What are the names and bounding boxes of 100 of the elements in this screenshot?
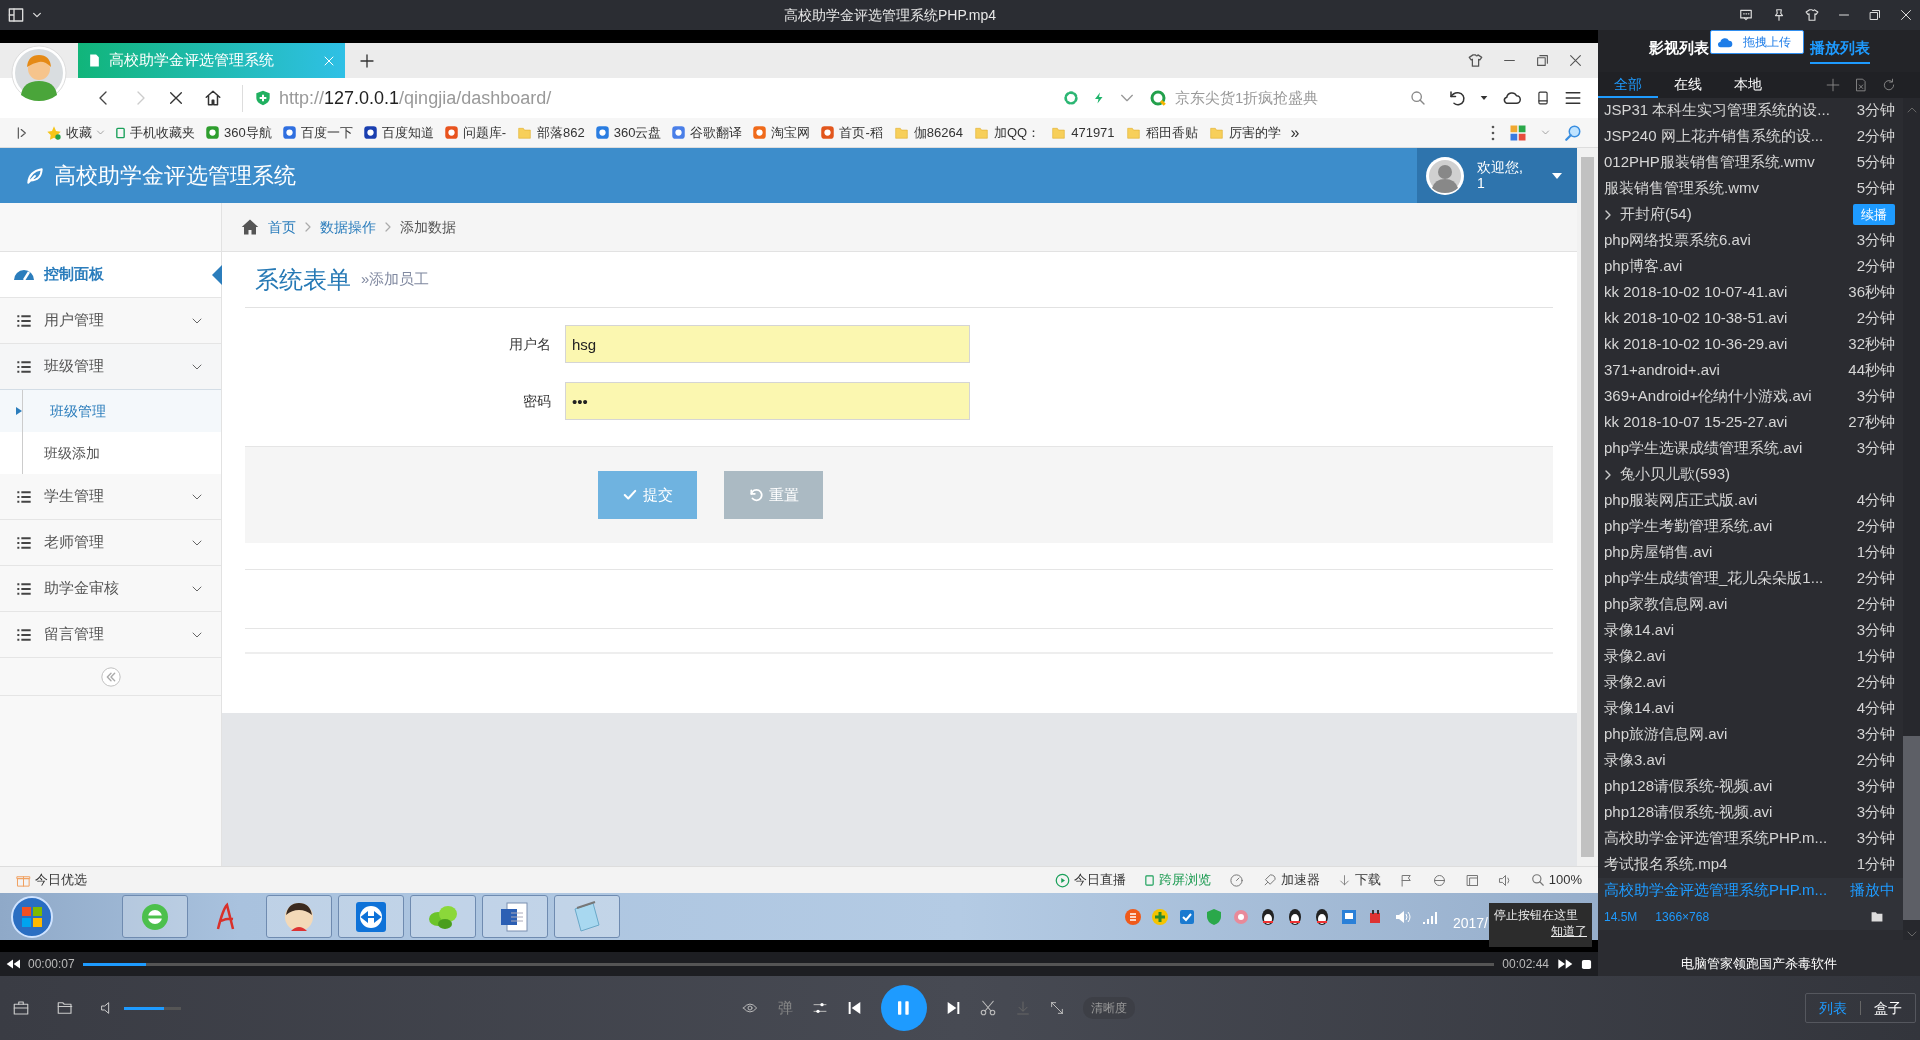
avatar-icon[interactable] bbox=[11, 45, 67, 101]
window-icon[interactable] bbox=[1464, 872, 1480, 888]
filter-tab[interactable]: 本地 bbox=[1718, 71, 1778, 98]
bookmark-link[interactable]: 淘宝网 bbox=[752, 122, 811, 143]
bookmark-link[interactable]: 问题库- bbox=[443, 122, 507, 143]
previous-icon[interactable] bbox=[847, 1000, 863, 1016]
more-icon[interactable] bbox=[1491, 124, 1495, 141]
video-item[interactable]: php服装网店正式版.avi bbox=[1604, 489, 1857, 512]
ad-text[interactable]: 电脑管家领跑国产杀毒软件 bbox=[1598, 939, 1920, 976]
network-icon[interactable] bbox=[1339, 907, 1358, 926]
start-button[interactable] bbox=[10, 894, 54, 939]
breadcrumb-link[interactable]: 首页 bbox=[268, 216, 296, 238]
cloud-icon[interactable] bbox=[1502, 89, 1522, 107]
scrollbar[interactable] bbox=[1577, 148, 1598, 866]
expand-icon[interactable] bbox=[1049, 1000, 1065, 1016]
home-icon[interactable] bbox=[204, 89, 222, 107]
folder-open-icon[interactable] bbox=[56, 999, 74, 1017]
bookmark-link[interactable]: 加QQ： bbox=[972, 122, 1041, 143]
submenu-item[interactable]: 班级添加 bbox=[0, 432, 221, 474]
video-item[interactable]: JSP31 本科生实习管理系统的设... bbox=[1604, 99, 1857, 122]
undo-icon[interactable] bbox=[1448, 89, 1466, 107]
layout-icon[interactable] bbox=[8, 7, 24, 23]
apps-icon[interactable] bbox=[1509, 123, 1527, 142]
chevron-right-icon[interactable] bbox=[1604, 469, 1612, 480]
next-icon[interactable] bbox=[945, 1000, 961, 1016]
stop-icon[interactable] bbox=[168, 90, 184, 106]
search-icon[interactable] bbox=[1410, 90, 1426, 106]
quality-button[interactable]: 清晰度 bbox=[1083, 997, 1135, 1019]
bookmark-link[interactable]: 百度一下 bbox=[281, 122, 353, 143]
caret-icon[interactable] bbox=[32, 10, 42, 20]
user-menu[interactable]: 欢迎您, 1 bbox=[1417, 148, 1577, 203]
view-toggle[interactable]: 盒子 bbox=[1861, 996, 1915, 1020]
volume-slider[interactable] bbox=[124, 1006, 181, 1010]
close-icon[interactable] bbox=[1569, 54, 1582, 67]
video-item[interactable]: php旅游信息网.avi bbox=[1604, 723, 1857, 746]
refresh-icon[interactable] bbox=[1882, 77, 1896, 92]
video-item[interactable]: kk 2018-10-02 10-38-51.avi bbox=[1604, 307, 1857, 330]
status-button[interactable]: 下载 bbox=[1337, 870, 1381, 890]
pin-icon[interactable] bbox=[1772, 8, 1786, 22]
plus-circle-icon[interactable] bbox=[1150, 907, 1169, 926]
speed-dial-icon[interactable] bbox=[1228, 872, 1244, 888]
video-item[interactable]: php128请假系统-视频.avi bbox=[1604, 801, 1857, 824]
submenu-item[interactable]: 班级管理 bbox=[0, 390, 221, 432]
sidebar-item[interactable]: 控制面板 bbox=[0, 252, 221, 298]
new-tab-icon[interactable] bbox=[359, 52, 375, 69]
speaker-icon[interactable] bbox=[1497, 872, 1513, 888]
input-method-icon[interactable] bbox=[1123, 907, 1142, 926]
restore-icon[interactable] bbox=[1869, 9, 1881, 21]
sliders-icon[interactable] bbox=[811, 1000, 829, 1016]
bookmark-link[interactable]: 谷歌翻译 bbox=[671, 122, 743, 143]
filter-tab[interactable]: 全部 bbox=[1598, 71, 1658, 98]
seek-bar[interactable] bbox=[82, 962, 1495, 966]
fast-forward-icon[interactable] bbox=[1557, 958, 1573, 970]
status-button[interactable]: 今日直播 bbox=[1054, 870, 1126, 890]
bookmark-link[interactable]: 收藏 bbox=[46, 122, 105, 143]
scrollbar-thumb[interactable] bbox=[1581, 157, 1594, 857]
status-button[interactable]: 100% bbox=[1530, 870, 1582, 890]
breadcrumb-link[interactable]: 数据操作 bbox=[320, 216, 376, 238]
video-item[interactable]: 录像3.avi bbox=[1604, 749, 1857, 772]
chat-icon[interactable] bbox=[1739, 8, 1753, 22]
stop-icon[interactable] bbox=[1581, 958, 1592, 970]
home-icon[interactable] bbox=[240, 218, 260, 236]
status-link[interactable]: 今日优选 bbox=[0, 870, 1055, 890]
menu-icon[interactable] bbox=[1564, 89, 1582, 107]
video-item[interactable]: 录像2.avi bbox=[1604, 671, 1857, 694]
input-field[interactable]: hsg bbox=[565, 325, 970, 363]
eye-icon[interactable] bbox=[740, 1000, 760, 1016]
bookmark-link[interactable]: 伽86264 bbox=[892, 122, 963, 143]
restore-icon[interactable] bbox=[1536, 54, 1549, 67]
group-title[interactable]: 兔小贝儿歌(593) bbox=[1620, 463, 1895, 486]
video-item[interactable]: 369+Android+伦纳什小游戏.avi bbox=[1604, 385, 1857, 408]
delete-file-icon[interactable] bbox=[1854, 77, 1868, 92]
bookmark-link[interactable]: 部落862 bbox=[516, 122, 585, 143]
toolbox-icon[interactable] bbox=[12, 999, 30, 1017]
video-item[interactable]: 考试报名系统.mp4 bbox=[1604, 853, 1857, 876]
shirt-icon[interactable] bbox=[1468, 53, 1483, 68]
address-field[interactable]: http://127.0.0.1/qingjia/dashboard/ bbox=[279, 84, 552, 112]
bookmark-link[interactable]: 首页-稻 bbox=[820, 122, 883, 143]
video-item[interactable]: php学生选课成绩管理系统.avi bbox=[1604, 437, 1857, 460]
video-item[interactable]: php房屋销售.avi bbox=[1604, 541, 1857, 564]
bookmark-link[interactable]: 360导航 bbox=[205, 122, 272, 143]
video-item[interactable]: kk 2018-10-07 15-25-27.avi bbox=[1604, 411, 1849, 434]
dismiss-link[interactable]: 知道了 bbox=[1551, 924, 1587, 939]
bookmark-link[interactable]: 厉害的学 bbox=[1207, 122, 1281, 143]
video-item[interactable]: php学生考勤管理系统.avi bbox=[1604, 515, 1857, 538]
view-toggle[interactable]: 列表 bbox=[1806, 996, 1860, 1020]
scissors-icon[interactable] bbox=[979, 999, 997, 1017]
scrollbar-thumb[interactable] bbox=[1903, 735, 1920, 920]
video-item[interactable]: 012PHP服装销售管理系统.wmv bbox=[1604, 151, 1857, 174]
video-item[interactable]: 高校助学金评选管理系统PHP.m... bbox=[1604, 879, 1850, 902]
magnifier-icon[interactable] bbox=[1564, 123, 1582, 142]
bookmark-link[interactable]: 手机收藏夹 bbox=[115, 122, 195, 143]
flag-icon[interactable] bbox=[1398, 872, 1414, 888]
chevron-right-icon[interactable] bbox=[1604, 209, 1612, 220]
rewind-icon[interactable] bbox=[6, 958, 20, 970]
video-item[interactable]: php网络投票系统6.avi bbox=[1604, 229, 1857, 252]
filter-tab[interactable]: 在线 bbox=[1658, 71, 1718, 98]
video-item[interactable]: kk 2018-10-02 10-36-29.avi bbox=[1604, 333, 1849, 356]
video-item[interactable]: php博客.avi bbox=[1604, 255, 1857, 278]
video-item[interactable]: 录像2.avi bbox=[1604, 645, 1857, 668]
